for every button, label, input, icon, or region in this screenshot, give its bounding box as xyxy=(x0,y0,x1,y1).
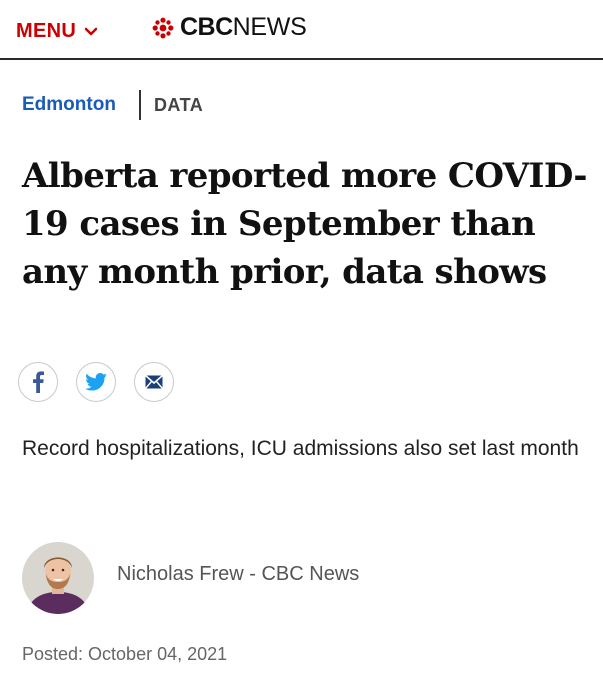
cbc-news-logo[interactable]: CBC NEWS xyxy=(152,13,307,42)
facebook-icon xyxy=(33,371,44,393)
email-icon xyxy=(145,375,163,389)
article-subheadline: Record hospitalizations, ICU admissions … xyxy=(22,437,579,460)
author-photo xyxy=(22,542,94,614)
cbc-gem-icon xyxy=(152,17,174,38)
breadcrumb: Edmonton DATA xyxy=(22,90,203,120)
menu-button[interactable]: MENU xyxy=(16,20,98,43)
brand-cbc-text: CBC xyxy=(180,13,233,41)
brand-news-text: NEWS xyxy=(232,13,307,41)
share-twitter-button[interactable] xyxy=(76,362,116,402)
top-navigation-bar: MENU CBC NEWS xyxy=(0,0,603,60)
share-facebook-button[interactable] xyxy=(18,362,58,402)
author-byline[interactable]: Nicholas Frew - CBC News xyxy=(117,563,359,586)
breadcrumb-section-link[interactable]: DATA xyxy=(154,95,203,116)
posted-date: Posted: October 04, 2021 xyxy=(22,644,228,664)
breadcrumb-region-link[interactable]: Edmonton xyxy=(22,94,116,116)
breadcrumb-divider xyxy=(138,90,141,120)
article-headline: Alberta reported more COVID-19 cases in … xyxy=(22,156,587,292)
author-avatar[interactable] xyxy=(22,542,94,614)
twitter-icon xyxy=(85,373,107,391)
menu-label: MENU xyxy=(16,20,77,42)
share-email-button[interactable] xyxy=(134,362,174,402)
chevron-down-icon xyxy=(84,27,98,35)
share-bar xyxy=(18,362,192,402)
